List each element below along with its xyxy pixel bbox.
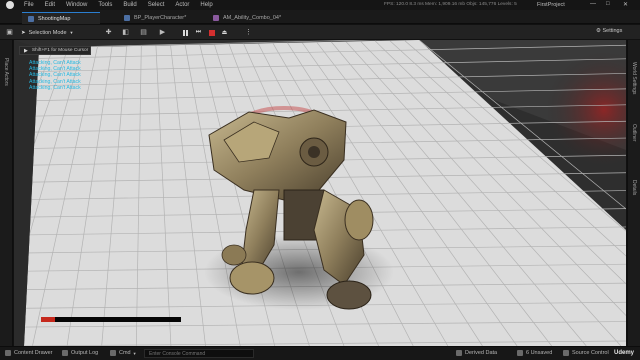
blueprint-icon — [124, 15, 130, 21]
derived-data-button[interactable]: Derived Data — [456, 350, 497, 356]
tab-bp-player-character[interactable]: BP_PlayerCharacter* — [118, 12, 200, 24]
content-drawer-button[interactable]: Content Drawer — [5, 350, 53, 356]
level-viewport[interactable]: ▶ Shift+F1 for Mouse Cursor Attacking, C… — [14, 40, 626, 346]
world-settings-tab[interactable]: World Settings — [631, 62, 637, 94]
source-control-label: Source Control — [572, 350, 609, 356]
cinematics-icon[interactable]: ▤ — [139, 28, 148, 37]
blueprint-menu-icon[interactable]: ◧ — [121, 28, 130, 37]
anim-montage-icon — [213, 15, 219, 21]
tab-label: ShootingMap — [38, 15, 71, 22]
console-command-input[interactable] — [144, 349, 254, 358]
play-mode-icon[interactable]: ▶ — [158, 28, 167, 37]
content-drawer-icon — [5, 350, 11, 356]
on-screen-debug-log: Attacking, Can't Attack Attacking, Can't… — [29, 60, 81, 91]
debug-message: Attacking, Can't Attack — [29, 72, 81, 79]
right-sidebar: World Settings Outliner Details — [627, 40, 640, 346]
play-controls: ⏭ ⏏ — [181, 27, 231, 38]
pause-button[interactable] — [181, 28, 190, 37]
health-bar-fill — [41, 317, 55, 322]
selection-mode-dropdown[interactable]: ➤ Selection Mode ▼ — [21, 28, 74, 37]
status-bar: Content Drawer Output Log Cmd ▼ Derived … — [0, 346, 640, 360]
cmd-label: Cmd — [119, 350, 131, 356]
terminal-icon — [110, 350, 116, 356]
close-window-icon[interactable]: ✕ — [623, 1, 628, 8]
udemy-watermark: Udemy — [614, 350, 635, 356]
output-log-button[interactable]: Output Log — [62, 350, 98, 356]
content-drawer-label: Content Drawer — [14, 350, 53, 356]
details-tab[interactable]: Details — [631, 180, 637, 195]
skip-frame-button[interactable]: ⏭ — [194, 28, 203, 37]
stop-button[interactable] — [207, 28, 216, 37]
more-options-icon[interactable]: ⋮ — [244, 28, 253, 37]
skip-frame-icon: ⏭ — [195, 29, 202, 35]
menu-edit[interactable]: Edit — [45, 2, 55, 8]
left-sidebar: Place Actors — [0, 40, 13, 346]
place-actors-tab[interactable]: Place Actors — [3, 58, 9, 86]
unsaved-label: 6 Unsaved — [526, 350, 553, 356]
outliner-tab[interactable]: Outliner — [631, 124, 637, 142]
menu-actor[interactable]: Actor — [175, 2, 189, 8]
source-control-button[interactable]: Source Control — [563, 350, 609, 356]
menu-file[interactable]: File — [24, 2, 34, 8]
debug-message: Attacking, Can't Attack — [29, 84, 81, 91]
menu-build[interactable]: Build — [123, 2, 136, 8]
debug-message: Attacking, Can't Attack — [29, 78, 81, 85]
add-actor-icon[interactable]: ✚ — [104, 28, 113, 37]
source-control-icon — [563, 350, 569, 356]
derived-data-label: Derived Data — [465, 350, 498, 356]
unsaved-icon — [517, 350, 523, 356]
unsaved-button[interactable]: 6 Unsaved — [517, 350, 552, 356]
selection-mode-label: Selection Mode — [28, 29, 67, 36]
cmd-dropdown[interactable]: Cmd ▼ — [110, 350, 137, 356]
chevron-down-icon: ▼ — [132, 350, 137, 356]
stop-icon — [208, 29, 215, 36]
shift-f1-hint: Shift+F1 for Mouse Cursor — [31, 48, 89, 53]
menu-help[interactable]: Help — [200, 2, 212, 8]
tab-label: BP_PlayerCharacter* — [134, 15, 187, 21]
eject-button[interactable]: ⏏ — [220, 28, 229, 37]
project-name: FirstProject — [537, 2, 565, 8]
menu-window[interactable]: Window — [66, 2, 87, 8]
level-toolbar: ▣ ➤ Selection Mode ▼ ✚ ◧ ▤ ▶ ⏭ ⏏ ⋮ ⚙ Set… — [0, 25, 640, 40]
output-log-label: Output Log — [71, 350, 99, 356]
settings-button[interactable]: ⚙ Settings — [596, 28, 622, 34]
derived-data-icon — [456, 350, 462, 356]
cursor-icon: ➤ — [21, 29, 26, 36]
minimize-icon[interactable]: — — [590, 1, 596, 7]
settings-label: Settings — [602, 28, 623, 34]
tab-shooting-map[interactable]: ShootingMap — [22, 12, 100, 24]
output-log-icon — [62, 350, 68, 356]
eject-icon: ⏏ — [221, 30, 228, 36]
save-icon[interactable]: ▣ — [5, 28, 14, 37]
play-arrow-icon: ▶ — [24, 47, 28, 54]
tab-label: AM_Ability_Combo_04* — [223, 15, 282, 21]
maximize-icon[interactable]: □ — [606, 1, 610, 7]
menu-bar: File Edit Window Tools Build Select Acto… — [0, 0, 640, 10]
menu-select[interactable]: Select — [148, 2, 165, 8]
performance-stats: FPS: 120.0 8.3 ms Mem: 1,909.16 mb Objs:… — [384, 2, 517, 7]
health-bar — [41, 317, 181, 322]
document-tab-bar: ShootingMap BP_PlayerCharacter* AM_Abili… — [0, 10, 640, 24]
viewport-scene — [14, 40, 626, 346]
unreal-logo-icon[interactable] — [6, 1, 14, 9]
chevron-down-icon: ▼ — [69, 30, 74, 35]
level-icon — [28, 15, 34, 22]
viewport-hint-bar[interactable]: ▶ Shift+F1 for Mouse Cursor — [19, 46, 91, 55]
menu-tools[interactable]: Tools — [98, 2, 112, 8]
tab-am-ability-combo[interactable]: AM_Ability_Combo_04* — [207, 12, 297, 24]
